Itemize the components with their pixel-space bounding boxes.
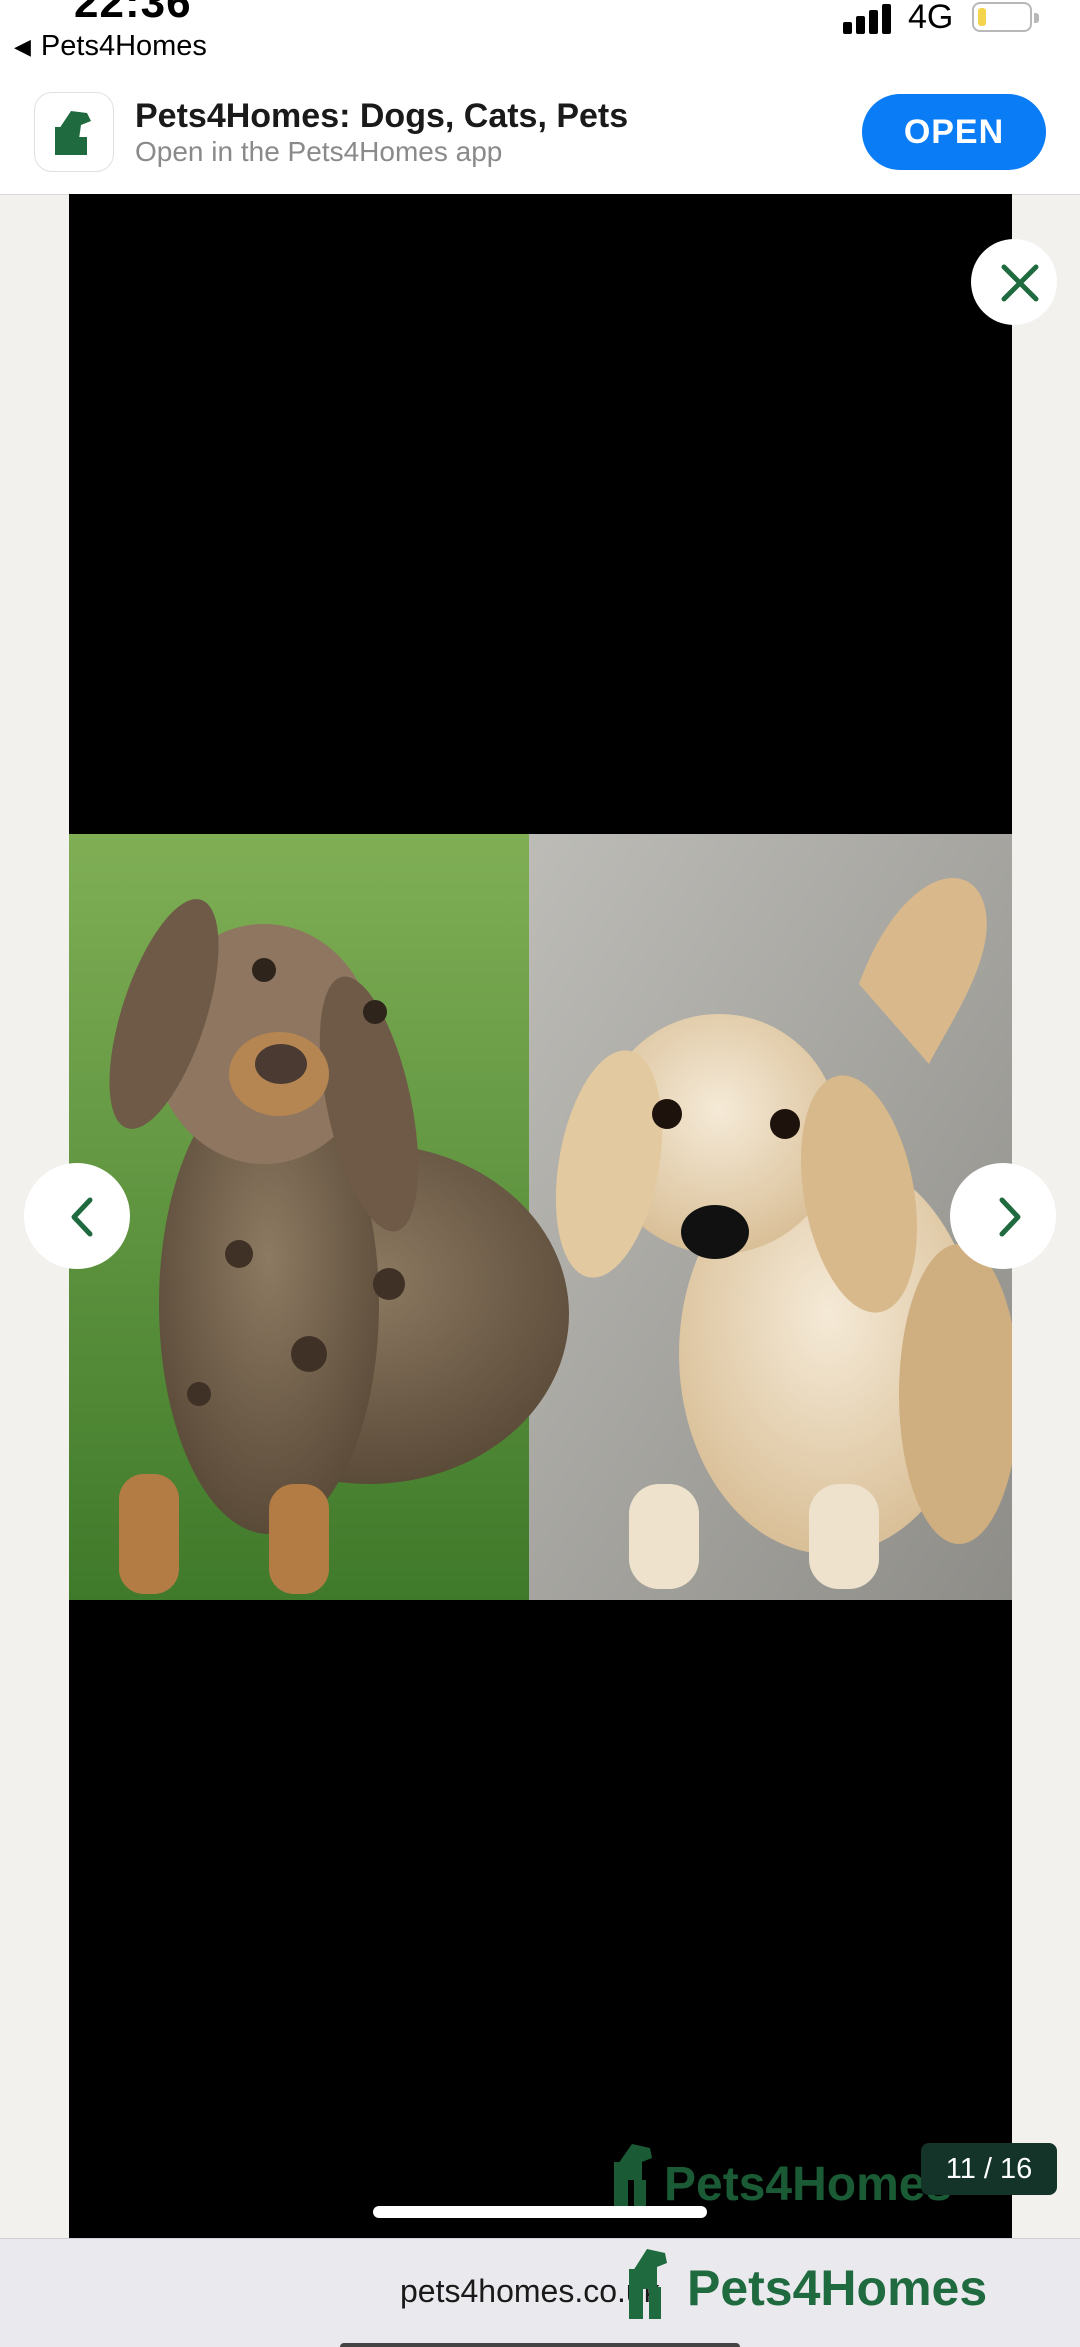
back-app-label: Pets4Homes [40,30,207,62]
close-gallery-button[interactable] [971,239,1057,325]
svg-text:Pets4Homes: Pets4Homes [687,2260,987,2316]
home-indicator [373,2206,707,2218]
smart-app-banner: Pets4Homes: Dogs, Cats, Pets Open in the… [0,60,1080,195]
close-icon [1001,264,1039,302]
status-bar: 22:36 ◀ Pets4Homes 4G [0,0,1080,63]
bottom-bar-edge [340,2343,740,2347]
status-time: 22:36 [74,0,192,27]
app-banner-title: Pets4Homes: Dogs, Cats, Pets [135,97,629,135]
next-image-button[interactable] [950,1163,1056,1269]
pets4homes-logo: Pets4Homes [629,2249,987,2319]
app-icon [34,92,114,172]
url-text: pets4homes.co.uk [400,2273,660,2309]
network-type: 4G [908,0,954,36]
chevron-right-icon [999,1197,1021,1237]
back-to-app-link[interactable]: ◀ Pets4Homes [14,30,207,63]
app-banner-subtitle: Open in the Pets4Homes app [135,136,503,167]
browser-address-bar[interactable]: pets4homes.co.uk Pets4Homes [0,2238,1080,2347]
svg-text:Pets4Homes: Pets4Homes [664,2158,952,2210]
signal-icon [843,2,895,34]
gallery-viewer: Pets4Homes [69,194,1012,2238]
image-counter: 11 / 16 [921,2143,1057,2195]
battery-icon [972,2,1039,32]
previous-image-button[interactable] [24,1163,130,1269]
dog-photo [69,834,1012,1600]
open-app-button[interactable]: OPEN [862,94,1046,170]
back-triangle-icon: ◀ [14,33,31,59]
chevron-left-icon [71,1197,93,1237]
